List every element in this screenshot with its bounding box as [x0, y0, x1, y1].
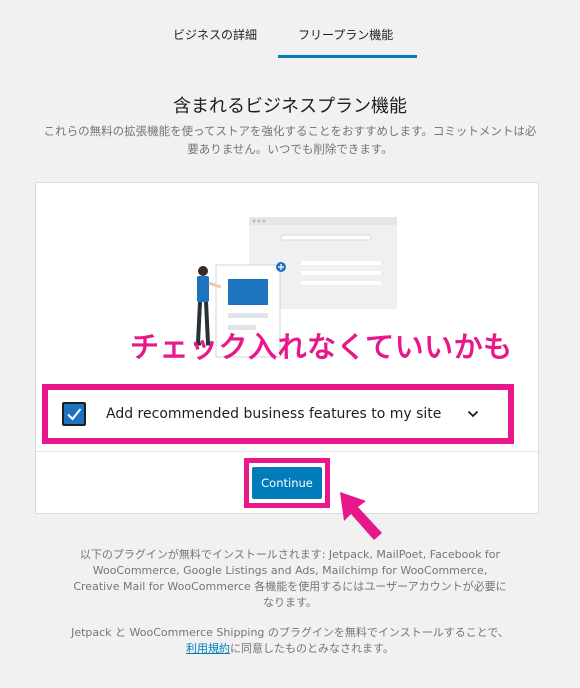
tab-bar: ビジネスの詳細 フリープラン機能: [0, 0, 580, 62]
page-title: 含まれるビジネスプラン機能: [173, 96, 407, 117]
checkmark-icon: [67, 408, 82, 421]
terms-text-before: Jetpack と WooCommerce Shipping のプラグインを無料…: [71, 626, 509, 639]
terms-text-after: に同意したものとみなされます。: [230, 642, 394, 655]
tab-free-plan-features[interactable]: フリープラン機能: [298, 26, 393, 43]
business-features-option[interactable]: Add recommended business features to my …: [48, 390, 508, 438]
page-subtitle: これらの無料の拡張機能を使ってストアを強化することをおすすめします。コミットメン…: [43, 124, 537, 156]
plugins-footnote: 以下のプラグインが無料でインストールされます: Jetpack, MailPoe…: [73, 548, 507, 609]
business-features-checkbox[interactable]: [62, 402, 86, 426]
active-tab-indicator: [278, 55, 417, 58]
chevron-down-icon[interactable]: [466, 407, 480, 421]
continue-button[interactable]: Continue: [252, 467, 322, 499]
option-label: Add recommended business features to my …: [106, 406, 442, 422]
card-divider: [36, 451, 538, 452]
terms-of-service-link[interactable]: 利用規約: [186, 642, 230, 655]
annotation-text: チェック入れなくていいかも: [130, 330, 513, 364]
pointer-arrow-icon: [340, 492, 382, 540]
terms-footnote: Jetpack と WooCommerce Shipping のプラグインを無料…: [70, 625, 510, 657]
tab-business-details[interactable]: ビジネスの詳細: [173, 26, 257, 43]
